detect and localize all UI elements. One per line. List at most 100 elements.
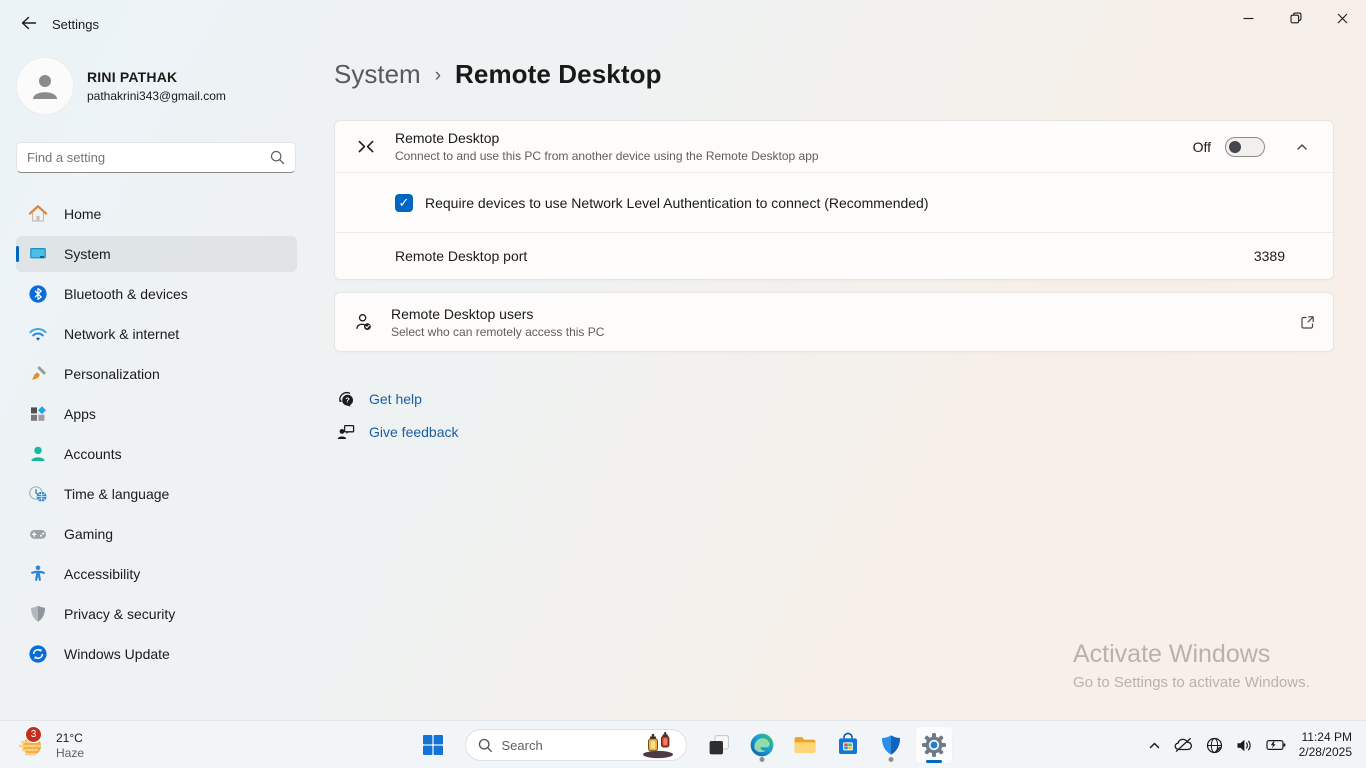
activate-windows-watermark: Activate Windows Go to Settings to activ… [1073, 640, 1310, 691]
remote-desktop-title: Remote Desktop [395, 130, 1193, 146]
give-feedback-link[interactable]: Give feedback [336, 420, 1334, 444]
nla-row: Require devices to use Network Level Aut… [335, 173, 1333, 233]
sidebar-item-time-language[interactable]: Time & language [16, 476, 297, 512]
sidebar-item-label: Gaming [64, 526, 113, 542]
network-status-button[interactable] [1206, 737, 1223, 754]
back-button[interactable] [14, 12, 42, 34]
microsoft-store-button[interactable] [829, 726, 867, 764]
battery-button[interactable] [1266, 738, 1286, 752]
onedrive-status-button[interactable] [1174, 737, 1193, 753]
apps-icon [28, 404, 48, 424]
watermark-subtitle: Go to Settings to activate Windows. [1073, 674, 1310, 691]
sidebar-nav: Home System Bluetooth & devices Network … [16, 196, 297, 676]
avatar [16, 57, 74, 115]
remote-desktop-header[interactable]: Remote Desktop Connect to and use this P… [335, 121, 1333, 173]
sidebar-item-home[interactable]: Home [16, 196, 297, 232]
sidebar-item-network-internet[interactable]: Network & internet [16, 316, 297, 352]
sidebar-item-label: Network & internet [64, 326, 179, 342]
home-icon [28, 204, 48, 224]
users-check-icon [354, 312, 374, 332]
remote-desktop-users-card[interactable]: Remote Desktop users Select who can remo… [334, 292, 1334, 352]
restore-icon [1290, 12, 1302, 24]
users-title: Remote Desktop users [391, 306, 1299, 322]
get-help-icon: ? [336, 389, 356, 409]
sidebar-item-label: Privacy & security [64, 606, 175, 622]
time-language-icon [28, 484, 48, 504]
file-explorer-icon [792, 732, 818, 758]
gaming-icon [28, 524, 48, 544]
sidebar-item-bluetooth-devices[interactable]: Bluetooth & devices [16, 276, 297, 312]
taskbar-search-icon [478, 738, 493, 753]
remote-desktop-expander: Remote Desktop Connect to and use this P… [334, 120, 1334, 280]
window-controls [1225, 0, 1366, 36]
remote-desktop-toggle[interactable] [1225, 137, 1265, 157]
file-explorer-button[interactable] [786, 726, 824, 764]
search-input[interactable] [27, 150, 270, 165]
start-button[interactable] [414, 726, 452, 764]
breadcrumb-system[interactable]: System [334, 59, 421, 90]
sidebar-item-label: Time & language [64, 486, 169, 502]
sidebar-item-system[interactable]: System [16, 236, 297, 272]
sidebar-item-privacy-security[interactable]: Privacy & security [16, 596, 297, 632]
expander-collapse-button[interactable] [1287, 132, 1317, 162]
port-label: Remote Desktop port [395, 248, 1254, 264]
task-view-icon [707, 733, 731, 757]
settings-gear-icon [921, 732, 947, 758]
network-icon [28, 324, 48, 344]
minimize-icon [1243, 13, 1254, 24]
titlebar: Settings [0, 0, 1366, 40]
search-icon [270, 150, 285, 165]
get-help-link[interactable]: ? Get help [336, 387, 1334, 411]
profile-text: RINI PATHAK pathakrini343@gmail.com [87, 69, 226, 103]
give-feedback-label: Give feedback [369, 424, 459, 440]
sidebar-item-label: Accessibility [64, 566, 140, 582]
sidebar-item-apps[interactable]: Apps [16, 396, 297, 432]
clock-widget[interactable]: 11:24 PM 2/28/2025 [1299, 730, 1352, 760]
taskbar-search[interactable]: Search [465, 729, 687, 761]
hidden-icons-button[interactable] [1148, 739, 1161, 752]
sidebar-item-accounts[interactable]: Accounts [16, 436, 297, 472]
port-value: 3389 [1254, 248, 1285, 264]
sidebar-item-label: Home [64, 206, 101, 222]
port-row: Remote Desktop port 3389 [335, 233, 1333, 279]
task-view-button[interactable] [700, 726, 738, 764]
profile-name: RINI PATHAK [87, 69, 226, 85]
settings-window: Settings RINI PATHAK pathakrini343@gmail… [0, 0, 1366, 768]
back-arrow-icon [20, 15, 37, 31]
windows-security-button[interactable] [872, 726, 910, 764]
users-description: Select who can remotely access this PC [391, 325, 1299, 339]
find-setting-searchbox[interactable] [16, 142, 296, 173]
taskbar: 3 21°C Haze Search [0, 720, 1366, 768]
open-external-icon [1299, 314, 1316, 331]
personalization-icon [28, 364, 48, 384]
lanterns-search-highlight-icon [638, 731, 680, 759]
nla-label: Require devices to use Network Level Aut… [425, 195, 929, 211]
security-shield-icon [879, 733, 903, 757]
sidebar-item-gaming[interactable]: Gaming [16, 516, 297, 552]
system-icon [28, 244, 48, 264]
help-links: ? Get help Give feedback [336, 387, 1334, 444]
accessibility-icon [28, 564, 48, 584]
restore-button[interactable] [1272, 0, 1319, 36]
sidebar-item-accessibility[interactable]: Accessibility [16, 556, 297, 592]
nla-checkbox[interactable] [395, 194, 413, 212]
remote-desktop-icon [356, 137, 376, 157]
minimize-button[interactable] [1225, 0, 1272, 36]
no-internet-globe-icon [1206, 737, 1223, 754]
edge-browser-button[interactable] [743, 726, 781, 764]
sidebar-item-label: Personalization [64, 366, 160, 382]
page-title: Remote Desktop [455, 59, 662, 90]
close-button[interactable] [1319, 0, 1366, 36]
sidebar-item-personalization[interactable]: Personalization [16, 356, 297, 392]
sidebar-item-label: Bluetooth & devices [64, 286, 188, 302]
sidebar-item-label: Windows Update [64, 646, 170, 662]
main-content: System › Remote Desktop Remote Desktop C… [316, 40, 1366, 720]
settings-button[interactable] [915, 726, 953, 764]
sidebar-item-windows-update[interactable]: Windows Update [16, 636, 297, 672]
taskbar-search-label: Search [502, 738, 629, 753]
toggle-state-label: Off [1193, 139, 1211, 155]
chevron-up-icon [1295, 140, 1309, 154]
volume-button[interactable] [1236, 738, 1253, 753]
profile-section[interactable]: RINI PATHAK pathakrini343@gmail.com [16, 57, 226, 115]
tray-chevron-up-icon [1148, 739, 1161, 752]
